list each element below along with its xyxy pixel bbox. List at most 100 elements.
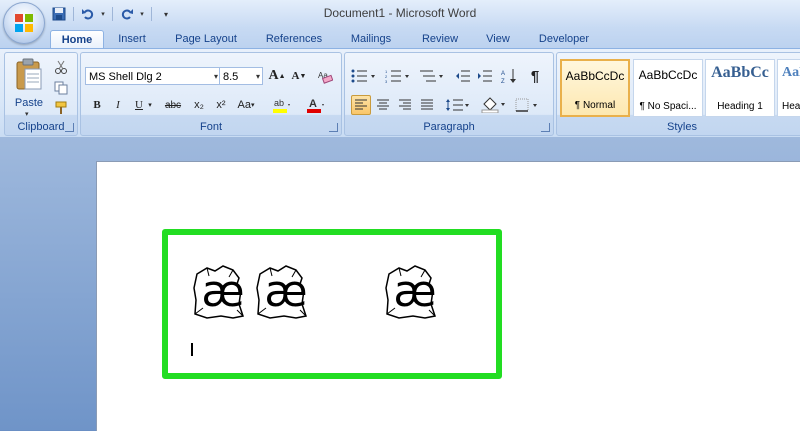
justify-button[interactable] xyxy=(417,95,437,115)
clear-formatting-icon[interactable]: Aa xyxy=(315,66,335,86)
change-case-button[interactable]: Aa ▾ xyxy=(233,95,259,115)
tab-developer[interactable]: Developer xyxy=(530,30,598,48)
styles-group: AaBbCcDc ¶ Normal AaBbCcDc ¶ No Spaci...… xyxy=(556,52,800,136)
ae-glyph: æ xyxy=(393,266,437,317)
clipboard-group: Paste ▾ Clipboard xyxy=(4,52,78,136)
embedded-object[interactable]: æ xyxy=(193,264,253,320)
align-left-button[interactable] xyxy=(351,95,371,115)
change-case-label: Aa xyxy=(237,99,251,111)
grow-font-button[interactable]: A ▲ xyxy=(267,66,287,86)
bullets-icon xyxy=(351,69,375,83)
svg-text:A: A xyxy=(501,71,505,77)
shrink-font-button[interactable]: A ▼ xyxy=(289,66,309,86)
font-name-combo[interactable]: MS Shell Dlg 2 ▾ xyxy=(85,67,221,85)
decrease-indent-icon[interactable] xyxy=(453,66,473,86)
sort-icon[interactable]: AZ xyxy=(499,66,519,86)
line-spacing-icon xyxy=(446,99,469,111)
font-name-value: MS Shell Dlg 2 xyxy=(89,71,162,83)
embedded-object[interactable]: æ xyxy=(385,264,445,320)
paragraph-group-label: Paragraph xyxy=(423,121,475,133)
underline-dropdown-icon[interactable]: ▾ xyxy=(145,95,155,115)
font-group-label: Font xyxy=(199,121,222,133)
ribbon: Paste ▾ Clipboard MS Shell Dlg 2 ▾ 8.5 ▾… xyxy=(0,48,800,138)
office-logo-icon xyxy=(15,14,33,32)
svg-text:Z: Z xyxy=(501,79,505,84)
style-no-spacing[interactable]: AaBbCcDc ¶ No Spaci... xyxy=(633,59,703,117)
subscript-button[interactable]: x₂ xyxy=(189,95,209,115)
align-center-button[interactable] xyxy=(373,95,393,115)
font-size-dropdown-icon[interactable]: ▾ xyxy=(256,68,260,86)
svg-text:ab: ab xyxy=(274,98,284,108)
style-normal[interactable]: AaBbCcDc ¶ Normal xyxy=(560,59,630,117)
highlight-button[interactable]: ab xyxy=(269,95,295,115)
align-center-icon xyxy=(377,99,389,110)
font-color-icon: A xyxy=(307,98,324,113)
paragraph-group: 123 AZ ¶ Paragraph xyxy=(344,52,554,136)
justify-icon xyxy=(421,99,433,110)
paste-label: Paste xyxy=(14,97,44,109)
tab-references[interactable]: References xyxy=(258,30,330,48)
font-size-value: 8.5 xyxy=(223,71,239,83)
title-bar: ▾ ▾ ▾ Document1 - Microsoft Word xyxy=(0,0,800,28)
font-color-button[interactable]: A xyxy=(303,95,329,115)
tab-mailings[interactable]: Mailings xyxy=(342,30,400,48)
tab-insert[interactable]: Insert xyxy=(108,30,156,48)
tab-home[interactable]: Home xyxy=(50,30,104,50)
svg-text:3: 3 xyxy=(385,79,388,83)
style-sample: AaBbCcDc xyxy=(638,68,698,82)
multilevel-list-button[interactable] xyxy=(417,66,447,86)
cut-icon[interactable] xyxy=(51,57,71,77)
styles-group-label: Styles xyxy=(667,121,697,133)
format-painter-icon[interactable] xyxy=(51,98,71,118)
style-sample: AaBbC xyxy=(782,65,800,80)
tab-page-layout[interactable]: Page Layout xyxy=(168,30,244,48)
copy-icon[interactable] xyxy=(51,78,71,98)
style-heading-1[interactable]: AaBbCc Heading 1 xyxy=(705,59,775,117)
show-hide-button[interactable]: ¶ xyxy=(525,66,545,86)
text-cursor xyxy=(191,343,193,356)
superscript-button[interactable]: x² xyxy=(211,95,231,115)
borders-button[interactable] xyxy=(513,95,543,115)
bullets-button[interactable] xyxy=(349,66,379,86)
office-button[interactable] xyxy=(3,2,45,44)
style-name: ¶ Normal xyxy=(574,100,616,111)
shading-button[interactable] xyxy=(479,95,509,115)
style-name: ¶ No Spaci... xyxy=(639,101,697,112)
ae-glyph: æ xyxy=(201,266,245,317)
paste-icon xyxy=(16,58,42,90)
italic-button[interactable]: I xyxy=(108,95,128,115)
font-size-combo[interactable]: 8.5 ▾ xyxy=(219,67,263,85)
font-name-dropdown-icon[interactable]: ▾ xyxy=(214,68,218,86)
paste-button[interactable]: Paste ▾ xyxy=(11,57,47,118)
tab-review[interactable]: Review xyxy=(414,30,466,48)
window-title: Document1 - Microsoft Word xyxy=(323,6,477,20)
grow-font-label: A xyxy=(268,68,279,83)
ribbon-tabs: Home Insert Page Layout References Maili… xyxy=(0,28,800,50)
numbering-icon: 123 xyxy=(385,69,409,83)
style-sample: AaBbCcDc xyxy=(565,69,625,83)
style-name: Heading 1 xyxy=(717,101,763,112)
paste-dropdown-icon: ▾ xyxy=(25,111,29,118)
multilevel-list-icon xyxy=(420,70,443,82)
align-right-icon xyxy=(399,99,411,110)
style-heading-2[interactable]: AaBbC Hea xyxy=(777,59,800,117)
numbering-button[interactable]: 123 xyxy=(383,66,413,86)
align-left-icon xyxy=(355,99,367,110)
ae-glyph: æ xyxy=(264,266,308,317)
svg-text:A: A xyxy=(309,98,317,110)
paragraph-launcher-icon[interactable] xyxy=(541,123,550,132)
align-right-button[interactable] xyxy=(395,95,415,115)
style-name: Hea xyxy=(782,101,800,112)
paint-bucket-icon xyxy=(481,97,505,113)
tab-view[interactable]: View xyxy=(478,30,518,48)
bold-button[interactable]: B xyxy=(87,95,107,115)
font-launcher-icon[interactable] xyxy=(329,123,338,132)
line-spacing-button[interactable] xyxy=(443,95,473,115)
embedded-object[interactable]: æ xyxy=(256,264,316,320)
increase-indent-icon[interactable] xyxy=(475,66,495,86)
style-sample: AaBbCc xyxy=(711,64,769,81)
highlighter-icon: ab xyxy=(273,98,290,113)
clipboard-launcher-icon[interactable] xyxy=(65,123,74,132)
shrink-font-label: A xyxy=(291,70,300,82)
strikethrough-button[interactable]: abc xyxy=(159,95,187,115)
